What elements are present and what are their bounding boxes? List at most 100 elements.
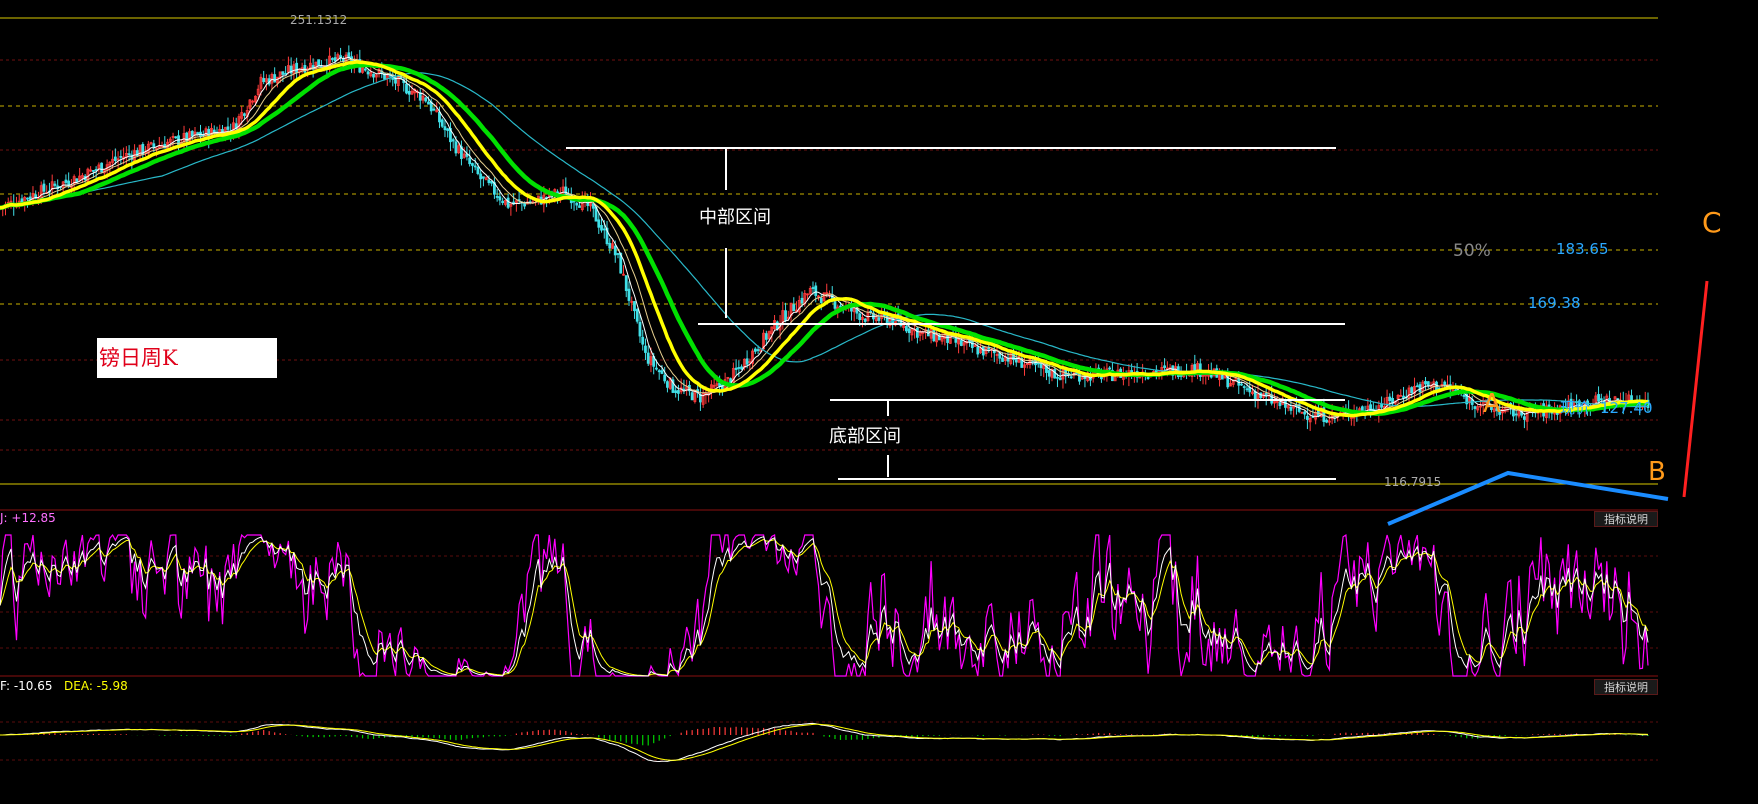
candle-body: [113, 156, 117, 161]
candle-body: [613, 245, 617, 256]
middle-zone-label: 中部区间: [699, 207, 771, 228]
candle-body: [501, 200, 505, 204]
candle-body: [226, 126, 230, 130]
candle-body: [451, 139, 455, 142]
candle-body: [487, 179, 491, 184]
candle-body: [506, 197, 510, 208]
candle-body: [833, 301, 837, 309]
high-price-label: 251.1312: [290, 13, 347, 27]
candle-body: [663, 374, 667, 382]
candle-body: [440, 119, 444, 127]
candle-body: [1108, 367, 1112, 370]
candle-body: [1424, 381, 1427, 385]
candle-body: [1462, 394, 1466, 397]
candle-body: [1278, 402, 1282, 407]
candle-body: [1058, 377, 1062, 381]
candle-body: [792, 304, 796, 312]
candle-body: [273, 74, 277, 83]
candle-body: [427, 101, 430, 105]
candle-body: [243, 113, 246, 116]
candle-body: [753, 348, 757, 352]
level-183-label: 183.65: [1556, 240, 1609, 258]
candle-body: [638, 322, 642, 337]
candle-body: [1242, 386, 1246, 388]
candle-body: [443, 126, 447, 131]
candle-body: [303, 65, 307, 73]
candle-body: [740, 366, 743, 370]
candle-body: [800, 297, 804, 304]
candle-body: [1443, 381, 1447, 386]
candle-body: [473, 165, 477, 168]
candle-body: [734, 367, 738, 370]
macd-indicator: [0, 722, 1649, 763]
candle-body: [946, 334, 949, 343]
chart-area: 中部区间 底部区间 50% 183.65 169.38 现价 127.40 25…: [0, 0, 1758, 800]
kdj-help-button[interactable]: 指标说明: [1594, 511, 1658, 527]
candle-body: [523, 202, 527, 207]
candle-body: [1325, 419, 1329, 423]
candle-body: [1006, 358, 1010, 362]
kdj-readout: J: +12.85: [0, 511, 56, 525]
candle-body: [26, 197, 29, 200]
candle-body: [655, 367, 658, 370]
candle-body: [756, 349, 760, 351]
candle-body: [1069, 376, 1073, 379]
candle-body: [1036, 362, 1040, 365]
candle-body: [1289, 407, 1293, 411]
candle-body: [363, 68, 367, 71]
candle-body: [432, 108, 436, 111]
candle-body: [471, 163, 474, 166]
candle-body: [372, 73, 375, 78]
current-price-value: 127.40: [1600, 399, 1653, 417]
candle-body: [644, 345, 647, 353]
level-169-label: 169.38: [1528, 294, 1581, 312]
current-price-label: 现价: [1560, 399, 1590, 417]
chart-title: 镑日周K: [97, 338, 277, 378]
candle-body: [976, 346, 980, 355]
candle-body: [174, 136, 178, 139]
candle-body: [1078, 373, 1081, 382]
candle-body: [53, 183, 57, 186]
candle-body: [405, 83, 408, 94]
candle-body: [646, 352, 650, 364]
candle-body: [677, 390, 680, 394]
candle-body: [690, 392, 694, 401]
candle-body: [495, 196, 499, 198]
candle-body: [877, 317, 881, 321]
candle-body: [1056, 376, 1059, 379]
candle-body: [784, 310, 787, 321]
candle-body: [981, 346, 985, 356]
candle-body: [75, 178, 79, 183]
candle-body: [1426, 381, 1430, 386]
macd-help-button[interactable]: 指标说明: [1594, 679, 1658, 695]
candle-body: [1047, 370, 1051, 377]
candle-body: [94, 169, 98, 171]
candle-body: [295, 62, 299, 73]
candle-body: [602, 228, 606, 231]
candle-body: [627, 288, 631, 301]
candle-body: [1303, 411, 1307, 415]
candle-body: [1473, 406, 1477, 409]
candle-body: [1523, 416, 1526, 420]
candle-body: [814, 285, 818, 296]
wave-c-label: C: [1702, 206, 1722, 239]
candle-body: [1240, 383, 1243, 386]
candle-body: [438, 111, 441, 123]
candle-body: [317, 59, 321, 67]
candle-body: [424, 97, 428, 102]
fifty-pct-label: 50%: [1453, 241, 1491, 261]
candle-body: [281, 71, 285, 75]
candle-body: [28, 196, 32, 200]
candle-body: [1001, 357, 1004, 362]
candle-body: [737, 367, 741, 369]
low-price-label: 116.7915: [1384, 475, 1441, 489]
wave-b-label: B: [1648, 457, 1666, 487]
candle-body: [1053, 369, 1057, 379]
candle-body: [624, 275, 628, 291]
candle-body: [482, 176, 485, 179]
macd-dea-readout: DEA: -5.98: [64, 679, 128, 693]
candle-body: [196, 132, 200, 135]
candle-body: [42, 183, 46, 192]
candle-body: [152, 143, 156, 148]
candle-body: [745, 358, 749, 365]
